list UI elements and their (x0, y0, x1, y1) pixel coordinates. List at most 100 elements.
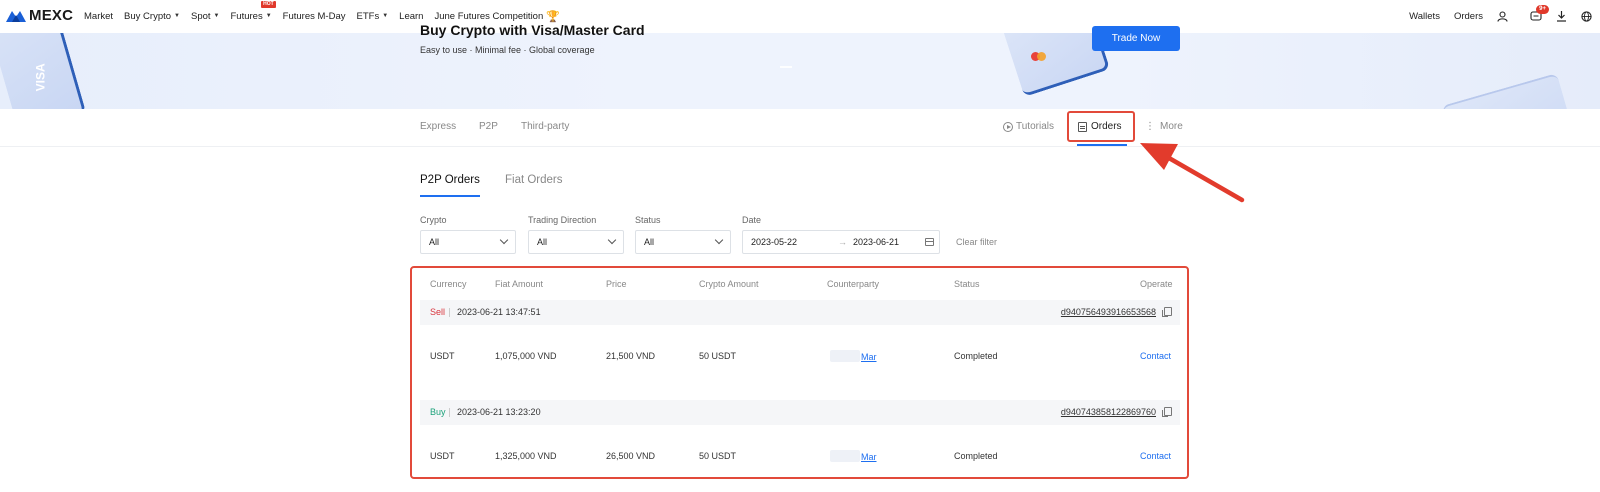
tab-third-party[interactable]: Third-party (521, 121, 569, 132)
contact-button[interactable]: Contact (1140, 451, 1171, 461)
order-side-sell: Sell (430, 307, 446, 317)
order-header-row: Buy 2023-06-21 13:23:20 d940743858122869… (420, 400, 1180, 425)
tab-express[interactable]: Express (420, 121, 456, 132)
col-operate: Operate (1140, 279, 1173, 289)
chevron-down-icon (714, 235, 724, 245)
date-to[interactable]: 2023-06-21 (853, 237, 899, 247)
notification-badge: 9+ (1536, 5, 1549, 14)
col-status: Status (954, 279, 980, 289)
nav-futures-m-day[interactable]: Futures M-Day (283, 11, 346, 22)
counterparty-avatar (830, 450, 860, 462)
mastercard-logo-icon (1037, 52, 1046, 61)
more-dots-icon: ⋮ (1145, 121, 1155, 132)
globe-icon[interactable] (1581, 10, 1592, 22)
orders-active-underline (1077, 144, 1127, 146)
orders-highlight-box (1067, 111, 1135, 142)
notification-icon[interactable]: 9+ (1530, 5, 1549, 22)
copy-icon[interactable] (1162, 307, 1172, 317)
order-currency: USDT (430, 351, 455, 361)
crypto-select-value: All (429, 237, 440, 247)
sub-navbar: Express P2P Third-party Tutorials Orders… (0, 109, 1600, 147)
status-select-value: All (644, 237, 655, 247)
order-price: 26,500 VND (606, 451, 656, 461)
nav-market[interactable]: Market (84, 11, 113, 22)
crypto-filter-label: Crypto (420, 215, 447, 225)
nav-wallets[interactable]: Wallets (1409, 11, 1440, 22)
order-status: Completed (954, 351, 998, 361)
contact-button[interactable]: Contact (1140, 351, 1171, 361)
counterparty-link[interactable]: Mar (861, 452, 877, 462)
date-separator: → (838, 237, 847, 247)
card-illustration (1441, 73, 1579, 109)
col-crypto-amount: Crypto Amount (699, 279, 759, 289)
brand-name: MEXC (29, 7, 74, 24)
nav-spot-label: Spot (191, 10, 211, 22)
download-icon[interactable] (1556, 10, 1567, 22)
copy-icon[interactable] (1162, 407, 1172, 417)
tab-fiat-orders[interactable]: Fiat Orders (505, 174, 563, 186)
brand-logo[interactable]: MEXC (6, 7, 73, 24)
nav-futures[interactable]: Futures ▼ HOT (230, 0, 276, 22)
order-time: 2023-06-21 13:23:20 (457, 407, 541, 417)
nav-competition-label: June Futures Competition (434, 10, 544, 22)
col-counterparty: Counterparty (827, 279, 880, 289)
top-navbar: MEXC Market Buy Crypto ▼ Spot ▼ Futures ▼ HO… (0, 0, 1600, 32)
tab-p2p[interactable]: P2P (479, 121, 498, 132)
nav-orders[interactable]: Orders (1454, 11, 1483, 22)
play-icon (1003, 121, 1013, 132)
trading-direction-select[interactable]: All (528, 230, 624, 254)
status-select[interactable]: All (635, 230, 731, 254)
orders-table-highlight (410, 266, 1189, 479)
date-range-picker[interactable]: 2023-05-22 → 2023-06-21 (742, 230, 940, 254)
nav-etfs-label: ETFs (356, 10, 380, 22)
counterparty-avatar (830, 350, 860, 362)
tutorials-label: Tutorials (1016, 121, 1054, 132)
carousel-dots[interactable] (780, 66, 796, 68)
direction-select-value: All (537, 237, 548, 247)
counterparty-link[interactable]: Mar (861, 352, 877, 362)
caret-down-icon: ▼ (382, 13, 389, 19)
caret-down-icon: ▼ (174, 13, 180, 19)
order-id-link[interactable]: d940756493916653568 (1061, 307, 1156, 317)
nav-etfs[interactable]: ETFs ▼ (357, 11, 389, 22)
order-side-buy: Buy (430, 407, 446, 417)
order-crypto-amount: 50 USDT (699, 451, 737, 461)
nav-june-competition[interactable]: June Futures Competition 🏆 (434, 10, 559, 23)
trade-now-button[interactable]: Trade Now (1092, 26, 1180, 51)
visa-card-text: VISA (33, 63, 48, 92)
divider (449, 408, 450, 417)
date-filter-label: Date (742, 215, 762, 225)
order-fiat-amount: 1,075,000 VND (495, 351, 557, 361)
clear-filter-button[interactable]: Clear filter (956, 237, 997, 247)
order-time: 2023-06-21 13:47:51 (457, 307, 541, 317)
crypto-select[interactable]: All (420, 230, 516, 254)
chevron-down-icon (607, 235, 617, 245)
tab-p2p-orders[interactable]: P2P Orders (420, 174, 480, 186)
banner-subtitle: Easy to use · Minimal fee · Global cover… (420, 45, 595, 55)
order-id-link[interactable]: d940743858122869760 (1061, 407, 1156, 417)
nav-spot[interactable]: Spot ▼ (191, 11, 220, 22)
order-price: 21,500 VND (606, 351, 656, 361)
user-icon[interactable] (1497, 10, 1508, 22)
order-header-row: Sell 2023-06-21 13:47:51 d94075649391665… (420, 300, 1180, 325)
calendar-icon[interactable] (925, 238, 934, 246)
date-from[interactable]: 2023-05-22 (751, 237, 797, 247)
promo-banner[interactable]: VISA (0, 33, 1600, 109)
nav-learn[interactable]: Learn (399, 11, 423, 22)
chevron-down-icon (499, 235, 509, 245)
more-menu[interactable]: ⋮ More (1145, 121, 1183, 132)
nav-buy-crypto[interactable]: Buy Crypto ▼ (124, 11, 180, 22)
divider (449, 308, 450, 317)
active-tab-underline (420, 195, 480, 197)
caret-down-icon: ▼ (265, 13, 272, 19)
banner-title: Buy Crypto with Visa/Master Card (420, 22, 645, 38)
nav-futures-label: Futures (230, 10, 263, 22)
order-currency: USDT (430, 451, 455, 461)
hot-badge: HOT (261, 0, 276, 8)
status-filter-label: Status (635, 215, 661, 225)
tutorials-link[interactable]: Tutorials (1003, 121, 1054, 132)
nav-buy-crypto-label: Buy Crypto (124, 10, 172, 22)
order-crypto-amount: 50 USDT (699, 351, 737, 361)
trophy-icon: 🏆 (546, 10, 560, 23)
more-label: More (1160, 121, 1183, 132)
